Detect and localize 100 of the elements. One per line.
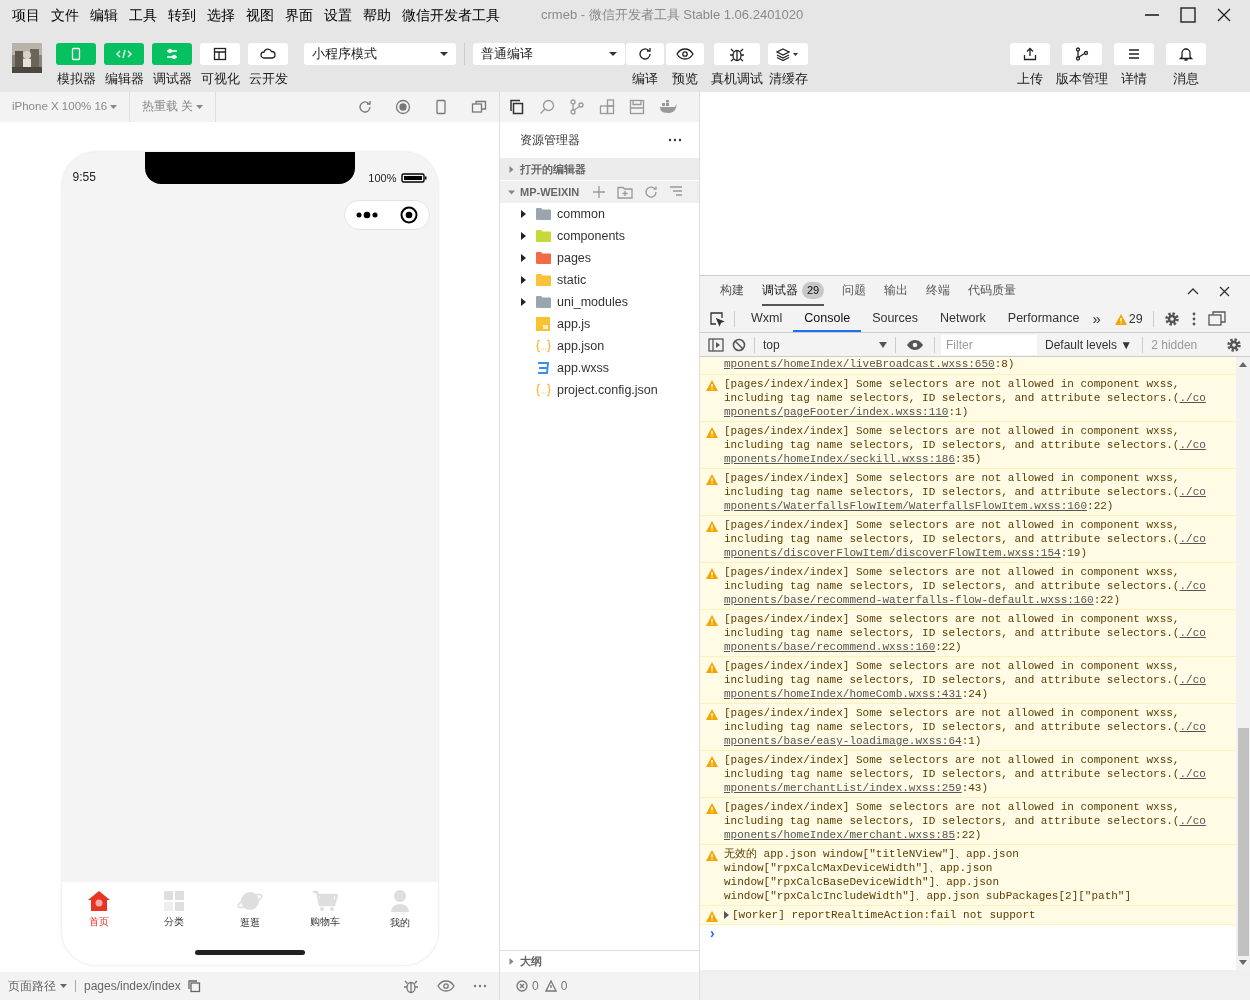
- devtools-tab[interactable]: 构建: [720, 276, 744, 306]
- capsule-menu[interactable]: [343, 200, 430, 230]
- source-link[interactable]: mponents/base/easy-loadimage.wxss:64: [724, 735, 962, 747]
- mode-dropdown[interactable]: 小程序模式: [304, 43, 456, 65]
- sidebar-icon[interactable]: [708, 337, 724, 352]
- file-tree-item[interactable]: static: [500, 269, 699, 291]
- menu-item[interactable]: 文件: [51, 4, 79, 26]
- panel-toggle-button[interactable]: [56, 43, 96, 65]
- source-link[interactable]: mponents/base/recommend-waterfalls-flow-default.wxss:160: [724, 594, 1094, 606]
- toolbar-button[interactable]: [768, 43, 808, 65]
- source-link[interactable]: ./co: [1179, 580, 1206, 592]
- devtools-tab[interactable]: 问题: [842, 276, 867, 306]
- close-icon[interactable]: [1219, 285, 1230, 297]
- devtools-tab[interactable]: 终端: [926, 276, 951, 306]
- page-path-dropdown[interactable]: 页面路径: [8, 977, 67, 995]
- bug-icon[interactable]: [403, 978, 419, 994]
- menu-item[interactable]: 界面: [285, 4, 313, 26]
- scrollbar-thumb[interactable]: [1237, 728, 1249, 956]
- source-link[interactable]: ./co: [1179, 392, 1206, 404]
- file-tree-item[interactable]: components: [500, 225, 699, 247]
- menu-item[interactable]: 转到: [168, 4, 196, 26]
- whale-icon[interactable]: [659, 100, 677, 114]
- menu-item[interactable]: 编辑: [90, 4, 118, 26]
- tab-bar-item[interactable]: 分类: [136, 889, 212, 929]
- devtools-tab[interactable]: 代码质量: [968, 276, 1017, 306]
- expand-icon[interactable]: [724, 911, 730, 919]
- source-link[interactable]: mponents/homeIndex/homeComb.wxss:431: [724, 688, 962, 700]
- source-link[interactable]: ./co: [1179, 815, 1206, 827]
- menu-item[interactable]: 视图: [246, 4, 274, 26]
- source-link[interactable]: mponents/homeIndex/seckill.wxss:186: [724, 453, 956, 465]
- dock-icon[interactable]: [1207, 311, 1226, 327]
- clear-icon[interactable]: [732, 337, 746, 352]
- context-dropdown[interactable]: top: [755, 335, 895, 354]
- source-link[interactable]: ./co: [1179, 533, 1206, 545]
- tab-bar-item[interactable]: 我的: [362, 888, 438, 930]
- panel-tab[interactable]: Network: [929, 306, 997, 332]
- branch-icon[interactable]: [569, 99, 585, 115]
- toolbar-button[interactable]: [1114, 43, 1154, 65]
- panel-toggle-button[interactable]: [152, 43, 192, 65]
- eye-icon[interactable]: [437, 979, 455, 993]
- tab-bar-item[interactable]: 首页: [61, 889, 137, 929]
- settings-icon[interactable]: [1226, 336, 1242, 353]
- toolbar-button[interactable]: [714, 43, 760, 65]
- scrollbar[interactable]: [1236, 357, 1250, 970]
- source-link[interactable]: mponents/base/recommend.wxss:160: [724, 641, 936, 653]
- eye-icon[interactable]: [906, 338, 924, 351]
- toolbar-button[interactable]: [666, 43, 704, 65]
- panel-tab[interactable]: Console: [793, 306, 862, 332]
- source-link[interactable]: ./co: [1179, 486, 1206, 498]
- menu-item[interactable]: 设置: [324, 4, 352, 26]
- source-link[interactable]: ./co: [1179, 768, 1206, 780]
- file-tree-item[interactable]: project.config.json: [500, 379, 699, 401]
- menu-item[interactable]: 帮助: [363, 4, 391, 26]
- devtools-tab[interactable]: 调试器 29: [762, 276, 825, 306]
- close-target-icon[interactable]: [398, 205, 419, 225]
- phone-icon[interactable]: [433, 99, 449, 115]
- menu-item[interactable]: 微信开发者工具: [402, 4, 500, 26]
- save-icon[interactable]: [629, 99, 645, 115]
- kebab-icon[interactable]: [1191, 312, 1196, 326]
- refresh-icon[interactable]: [357, 99, 373, 115]
- close-icon[interactable]: [1216, 7, 1232, 23]
- chevron-up-icon[interactable]: [1187, 287, 1199, 295]
- source-link[interactable]: ./co: [1179, 439, 1206, 451]
- files-icon[interactable]: [509, 99, 525, 115]
- file-tree-item[interactable]: app.wxss: [500, 357, 699, 379]
- windows-icon[interactable]: [471, 99, 487, 115]
- toolbar-button[interactable]: [626, 43, 664, 65]
- copy-icon[interactable]: [186, 979, 201, 993]
- devtools-tab[interactable]: 输出: [884, 276, 909, 306]
- source-link[interactable]: ./co: [1179, 674, 1206, 686]
- source-link[interactable]: mponents/homeIndex/liveBroadcast.wxss:650: [724, 358, 995, 370]
- record-icon[interactable]: [395, 99, 411, 115]
- filter-input[interactable]: Filter: [941, 334, 1037, 355]
- settings-icon[interactable]: [1163, 311, 1180, 327]
- panel-tab[interactable]: Performance: [996, 306, 1091, 332]
- file-tree-item[interactable]: app.json: [500, 335, 699, 357]
- file-tree-item[interactable]: uni_modules: [500, 291, 699, 313]
- source-link[interactable]: mponents/pageFooter/index.wxss:110: [724, 406, 949, 418]
- console-prompt[interactable]: ›: [708, 926, 717, 942]
- menu-item[interactable]: 工具: [129, 4, 157, 26]
- maximize-icon[interactable]: [1180, 7, 1196, 23]
- more-icon[interactable]: [354, 211, 379, 219]
- source-link[interactable]: mponents/discoverFlowItem/discoverFlowItem.wxss:154: [724, 547, 1061, 559]
- levels-dropdown[interactable]: Default levels ▼: [1045, 335, 1133, 354]
- inspect-icon[interactable]: [709, 311, 725, 327]
- tab-bar-item[interactable]: 逛逛: [211, 888, 288, 930]
- compile-dropdown[interactable]: 普通编译: [473, 43, 625, 65]
- menu-item[interactable]: 项目: [12, 4, 40, 26]
- file-tree-item[interactable]: common: [500, 203, 699, 225]
- search-icon[interactable]: [539, 99, 555, 115]
- blocks-icon[interactable]: [599, 99, 615, 115]
- panel-tab[interactable]: Sources: [861, 306, 929, 332]
- toolbar-button[interactable]: [1062, 43, 1102, 65]
- file-tree-item[interactable]: app.js: [500, 313, 699, 335]
- panel-tab[interactable]: Wxml: [740, 306, 794, 332]
- toolbar-button[interactable]: [1166, 43, 1206, 65]
- toolbar-button[interactable]: [1010, 43, 1050, 65]
- file-tree-item[interactable]: pages: [500, 247, 699, 269]
- panel-toggle-button[interactable]: [104, 43, 144, 65]
- menu-item[interactable]: 选择: [207, 4, 235, 26]
